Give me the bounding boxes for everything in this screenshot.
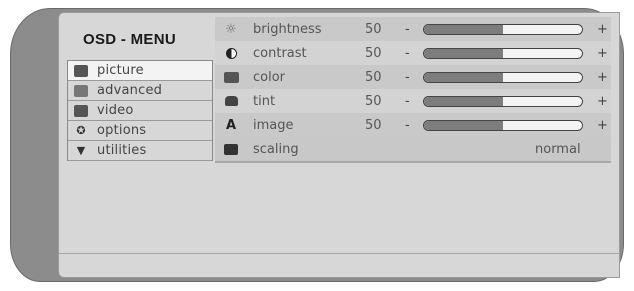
sun-icon: ☼: [225, 21, 237, 37]
color-slider[interactable]: [423, 71, 583, 83]
scaling-value: normal: [535, 141, 581, 157]
decrease-button[interactable]: -: [405, 118, 410, 133]
setting-value: 50: [365, 21, 382, 37]
color-icon: [223, 70, 239, 84]
increase-button[interactable]: +: [597, 22, 608, 37]
decrease-button[interactable]: -: [405, 94, 410, 109]
nav-item-video[interactable]: video: [68, 101, 212, 121]
setting-value: 50: [365, 93, 382, 109]
advanced-icon: [74, 84, 88, 97]
picture-settings-panel: ☼ brightness 50 - + contrast 50 - + colo…: [215, 17, 611, 163]
setting-value: 50: [365, 45, 382, 61]
osd-title: OSD - MENU: [83, 31, 176, 48]
decrease-button[interactable]: -: [405, 46, 410, 61]
nav-item-options[interactable]: ✪ options: [68, 121, 212, 141]
slider-fill: [424, 48, 503, 58]
nav-item-label: video: [97, 103, 134, 118]
setting-row-image: A image 50 - +: [215, 113, 611, 137]
nav-item-label: options: [97, 123, 147, 138]
setting-value: 50: [365, 117, 382, 133]
tint-slider[interactable]: [423, 95, 583, 107]
setting-row-scaling[interactable]: scaling normal: [215, 137, 611, 163]
image-slider[interactable]: [423, 119, 583, 131]
slider-fill: [424, 24, 503, 34]
osd-screen: OSD - MENU picture advanced video ✪ opti…: [58, 12, 620, 278]
setting-label: tint: [253, 93, 276, 109]
decrease-button[interactable]: -: [405, 70, 410, 85]
contrast-slider[interactable]: [423, 47, 583, 59]
osd-divider: [59, 253, 619, 254]
setting-row-color: color 50 - +: [215, 65, 611, 89]
increase-button[interactable]: +: [597, 70, 608, 85]
setting-label: color: [253, 69, 286, 85]
slider-fill: [424, 72, 503, 82]
nav-item-label: picture: [97, 63, 144, 78]
nav-item-label: advanced: [97, 83, 163, 98]
setting-value: 50: [365, 69, 382, 85]
scaling-icon: [223, 142, 239, 156]
increase-button[interactable]: +: [597, 46, 608, 61]
setting-label: scaling: [253, 141, 299, 157]
increase-button[interactable]: +: [597, 94, 608, 109]
setting-row-brightness: ☼ brightness 50 - +: [215, 17, 611, 41]
nav-item-advanced[interactable]: advanced: [68, 81, 212, 101]
decrease-button[interactable]: -: [405, 22, 410, 37]
video-camera-icon: [74, 104, 88, 117]
utilities-icon: ▼: [76, 144, 86, 157]
brightness-slider[interactable]: [423, 23, 583, 35]
setting-label: brightness: [253, 21, 322, 37]
setting-label: contrast: [253, 45, 307, 61]
setting-label: image: [253, 117, 294, 133]
slider-fill: [424, 120, 503, 130]
nav-item-picture[interactable]: picture: [68, 61, 212, 81]
setting-row-contrast: contrast 50 - +: [215, 41, 611, 65]
tint-icon: [223, 94, 239, 108]
options-icon: ✪: [76, 124, 86, 137]
osd-nav-menu: picture advanced video ✪ options ▼ utili…: [67, 60, 213, 161]
nav-item-label: utilities: [97, 143, 147, 158]
image-icon: A: [225, 117, 237, 133]
slider-fill: [424, 96, 503, 106]
increase-button[interactable]: +: [597, 118, 608, 133]
monitor-icon: [74, 64, 88, 77]
contrast-icon: [223, 46, 239, 60]
nav-item-utilities[interactable]: ▼ utilities: [68, 141, 212, 161]
setting-row-tint: tint 50 - +: [215, 89, 611, 113]
